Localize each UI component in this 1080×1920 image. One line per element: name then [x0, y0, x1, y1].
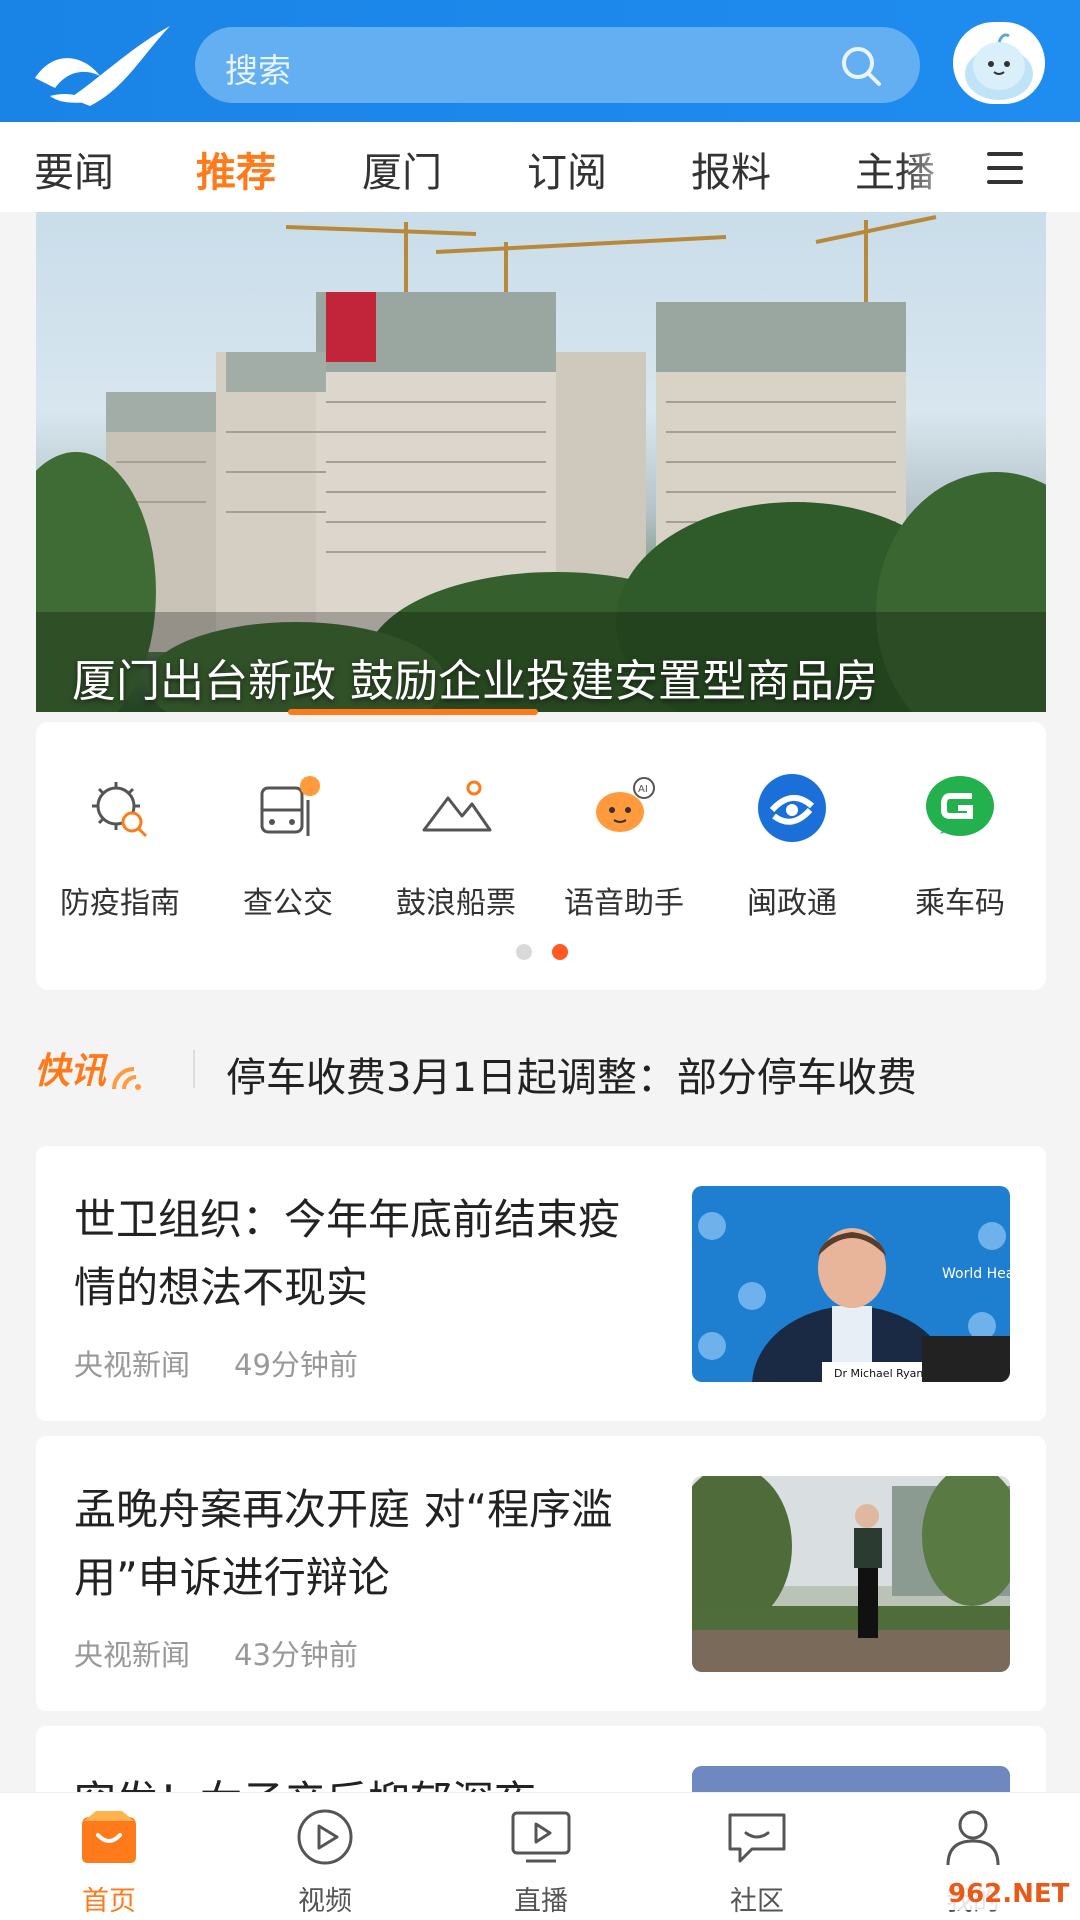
news-title[interactable]: 世卫组织：今年年底前结束疫情的想法不现实: [74, 1186, 644, 1322]
search-icon[interactable]: [840, 45, 882, 87]
page-indicator: [516, 944, 588, 964]
nav-label: 直播: [514, 1886, 568, 1917]
chat-icon: [728, 1813, 786, 1863]
tab-xiamen[interactable]: 厦门: [362, 140, 442, 198]
news-card[interactable]: 世卫组织：今年年底前结束疫情的想法不现实 央视新闻 49分钟前 World Hea…: [36, 1146, 1046, 1421]
quick-link-label: 防疫指南: [60, 886, 180, 921]
news-source: 央视新闻: [74, 1348, 191, 1382]
quick-link-ferry[interactable]: 鼓浪船票: [372, 770, 540, 922]
nav-video[interactable]: 视频: [260, 1807, 390, 1918]
virus-search-icon: [92, 782, 148, 838]
quick-link-voice[interactable]: AI 语音助手: [540, 770, 708, 922]
news-card[interactable]: 孟晚舟案再次开庭 对“程序滥用”申诉进行辩论 央视新闻 43分钟前: [36, 1436, 1046, 1711]
svg-text:962.NET: 962.NET: [948, 1879, 1070, 1909]
page-dot-active[interactable]: [552, 944, 568, 960]
red-sign: [326, 292, 376, 362]
flash-news-bar[interactable]: 快讯 停车收费3月1日起调整：部分停车收费: [0, 1030, 1080, 1110]
banner-progress-bar: [288, 709, 538, 715]
tab-dingyue[interactable]: 订阅: [527, 140, 607, 198]
nav-home[interactable]: 首页: [44, 1807, 174, 1918]
svg-text:World Health Organization: World Health Organization: [942, 1266, 1010, 1282]
svg-text:快讯: 快讯: [34, 1051, 109, 1092]
search-placeholder: 搜索: [225, 51, 291, 90]
nav-label: 首页: [82, 1886, 136, 1917]
user-icon: [946, 1810, 1000, 1866]
news-meta: 央视新闻 49分钟前: [74, 1342, 358, 1384]
ai-assistant-icon: AI: [596, 777, 655, 832]
bottom-navigation: 首页 视频 直播 社区 962.NET: [0, 1792, 1080, 1920]
minzhengtong-icon: [758, 774, 826, 842]
search-bar[interactable]: 搜索: [195, 27, 920, 103]
quick-link-label: 语音助手: [564, 886, 684, 921]
banner-headline[interactable]: 厦门出台新政 鼓励企业投建安置型商品房: [72, 645, 878, 709]
site-watermark: 962.NET: [940, 1874, 1074, 1910]
news-title[interactable]: 孟晚舟案再次开庭 对“程序滥用”申诉进行辩论: [74, 1476, 644, 1612]
play-icon: [297, 1809, 353, 1865]
page-dot[interactable]: [516, 944, 532, 960]
quick-link-fangyi[interactable]: 防疫指南: [36, 770, 204, 922]
quick-link-label: 闽政通: [747, 886, 837, 921]
quick-link-bus[interactable]: 查公交: [204, 770, 372, 922]
nav-live[interactable]: 直播: [476, 1807, 606, 1918]
news-source: 央视新闻: [74, 1638, 191, 1672]
mascot-avatar-icon: [965, 33, 1033, 100]
quick-link-ridecode[interactable]: 乘车码: [876, 770, 1044, 922]
app-logo[interactable]: [30, 18, 175, 108]
flash-news-text[interactable]: 停车收费3月1日起调整：部分停车收费: [226, 1045, 917, 1103]
court-photo: [692, 1476, 1010, 1672]
svg-text:Dr Michael Ryan: Dr Michael Ryan: [834, 1367, 923, 1380]
flash-divider: [193, 1050, 195, 1088]
news-meta: 央视新闻 43分钟前: [74, 1632, 358, 1674]
nav-label: 视频: [298, 1886, 352, 1917]
avatar[interactable]: [953, 22, 1045, 104]
quick-links-card: 防疫指南 查公交 鼓浪船票 AI 语音助手 闽政通 乘车码: [36, 722, 1046, 990]
mountain-icon: [422, 780, 492, 832]
nav-community[interactable]: 社区: [692, 1807, 822, 1918]
home-bag-icon: [82, 1811, 136, 1863]
tab-fade: [900, 122, 970, 212]
nav-label: 社区: [730, 1886, 784, 1917]
bus-icon: [260, 776, 320, 836]
hero-banner[interactable]: 厦门出台新政 鼓励企业投建安置型商品房: [36, 212, 1046, 712]
news-time: 43分钟前: [234, 1638, 358, 1672]
quick-link-label: 查公交: [243, 886, 333, 921]
construction-photo: [36, 215, 1046, 712]
quick-link-label: 鼓浪船票: [396, 886, 516, 921]
app-root: 搜索 要闻 推荐 厦门 订阅 报料 主播 厦门出台新政 鼓励企业投建安置型商品房…: [0, 0, 1080, 1920]
news-time: 49分钟前: [234, 1348, 358, 1382]
quick-link-label: 乘车码: [915, 886, 1005, 921]
ride-code-icon: [926, 776, 994, 836]
who-briefing-photo: World Health Organization Dr Michael Rya…: [692, 1186, 1010, 1382]
tab-tuijian[interactable]: 推荐: [196, 140, 276, 198]
news-thumbnail[interactable]: [692, 1476, 1010, 1672]
tab-yaowen[interactable]: 要闻: [34, 140, 114, 198]
channel-tabs: 要闻 推荐 厦门 订阅 报料 主播: [0, 122, 1080, 212]
flash-news-logo: 快讯: [34, 1051, 141, 1092]
tab-baoliao[interactable]: 报料: [691, 140, 771, 198]
news-thumbnail[interactable]: World Health Organization Dr Michael Rya…: [692, 1186, 1010, 1382]
svg-text:AI: AI: [638, 784, 648, 795]
tv-icon: [511, 1811, 571, 1863]
quick-link-minzhengtong[interactable]: 闽政通: [708, 770, 876, 922]
menu-icon[interactable]: [987, 152, 1023, 184]
top-header: 搜索: [0, 0, 1080, 122]
